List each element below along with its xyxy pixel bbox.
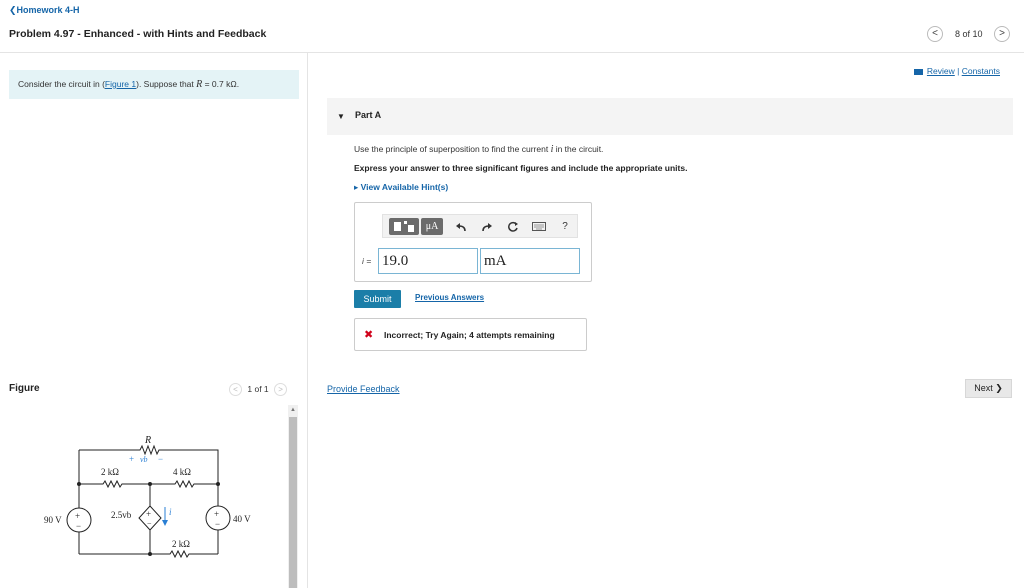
answer-instruction: Express your answer to three significant… (354, 163, 688, 173)
constants-link[interactable]: Constants (962, 66, 1000, 76)
templates-icon[interactable] (389, 218, 419, 235)
help-icon[interactable]: ? (557, 218, 573, 235)
label-r-bottom: 2 kΩ (172, 539, 190, 549)
label-current: i (169, 507, 172, 517)
back-link-homework[interactable]: ❮Homework 4-H (9, 5, 80, 16)
keyboard-icon[interactable] (531, 218, 547, 235)
question-prefix: Use the principle of superposition to fi… (354, 144, 551, 154)
collapse-triangle-icon[interactable]: ▼ (337, 112, 345, 121)
problem-context: Consider the circuit in (Figure 1). Supp… (9, 70, 299, 99)
part-a-header[interactable]: ▼ Part A (327, 98, 1013, 135)
svg-text:+: + (214, 509, 219, 519)
feedback-text: Incorrect; Try Again; 4 attempts remaini… (384, 330, 555, 340)
label-r: R (144, 435, 151, 446)
label-vb-plus: + (129, 454, 134, 464)
scroll-thumb[interactable] (289, 417, 297, 588)
view-hints-link[interactable]: ▸ View Available Hint(s) (354, 182, 448, 193)
header-divider (0, 52, 1024, 53)
problem-title: Problem 4.97 - Enhanced - with Hints and… (9, 28, 267, 40)
svg-text:+: + (146, 509, 151, 519)
incorrect-x-icon: ✖ (364, 329, 374, 341)
figure-pager-text: 1 of 1 (247, 383, 269, 394)
node-right (216, 482, 220, 486)
prev-problem-button[interactable]: < (927, 26, 943, 42)
review-separator: | (954, 66, 962, 76)
circuit-figure: + − + − + − R + vb − 2 kΩ 4 kΩ 2 kΩ 90 V… (44, 435, 251, 559)
undo-icon[interactable] (453, 218, 469, 235)
next-problem-button[interactable]: > (994, 26, 1010, 42)
figure-pager: < 1 of 1 > (229, 383, 288, 396)
feedback-box: ✖ Incorrect; Try Again; 4 attempts remai… (354, 318, 587, 351)
answer-value-input[interactable]: 19.0 (378, 248, 478, 274)
node-bottom (148, 552, 152, 556)
node-mid (148, 482, 152, 486)
column-divider (307, 53, 308, 588)
provide-feedback-link[interactable]: Provide Feedback (327, 384, 400, 394)
label-vb-minus: − (158, 454, 163, 464)
review-constants: Review | Constants (913, 66, 1000, 76)
scroll-up-arrow-icon[interactable]: ▲ (288, 405, 298, 415)
figure-label: Figure (9, 383, 40, 394)
answer-units-input[interactable]: mA (480, 248, 580, 274)
redo-icon[interactable] (479, 218, 495, 235)
answer-variable-label: i = (362, 256, 372, 266)
next-button[interactable]: Next ❯ (965, 379, 1012, 398)
question-suffix: in the circuit. (553, 144, 604, 154)
figure-scrollbar[interactable]: ▲ (288, 405, 298, 588)
figure-prev-button[interactable]: < (229, 383, 242, 396)
review-link[interactable]: Review (927, 66, 955, 76)
label-source-left: 90 V (44, 515, 62, 525)
math-toolbar: μA ? (382, 214, 578, 238)
node-left (77, 482, 81, 486)
svg-text:+: + (75, 511, 80, 521)
units-button[interactable]: μA (421, 218, 443, 235)
review-icon (913, 68, 923, 75)
label-dep-source: 2.5vb (111, 510, 132, 520)
problem-pager: 8 of 10 (955, 29, 983, 39)
label-source-right: 40 V (233, 514, 251, 524)
previous-answers-link[interactable]: Previous Answers (415, 293, 484, 302)
figure-next-button[interactable]: > (274, 383, 288, 396)
context-prefix: Consider the circuit in ( (18, 79, 105, 89)
figure-link[interactable]: Figure 1 (105, 79, 136, 89)
svg-text:−: − (147, 519, 152, 528)
submit-button[interactable]: Submit (354, 290, 401, 308)
label-vb: vb (140, 455, 148, 464)
svg-text:−: − (76, 521, 81, 531)
context-suffix: ). Suppose that (136, 79, 197, 89)
context-value: = 0.7 kΩ. (202, 79, 240, 89)
label-r-mid: 4 kΩ (173, 467, 191, 477)
part-label: Part A (355, 110, 382, 120)
reset-icon[interactable] (505, 218, 521, 235)
label-r-left: 2 kΩ (101, 467, 119, 477)
question-text: Use the principle of superposition to fi… (354, 144, 603, 155)
svg-text:−: − (215, 519, 220, 529)
